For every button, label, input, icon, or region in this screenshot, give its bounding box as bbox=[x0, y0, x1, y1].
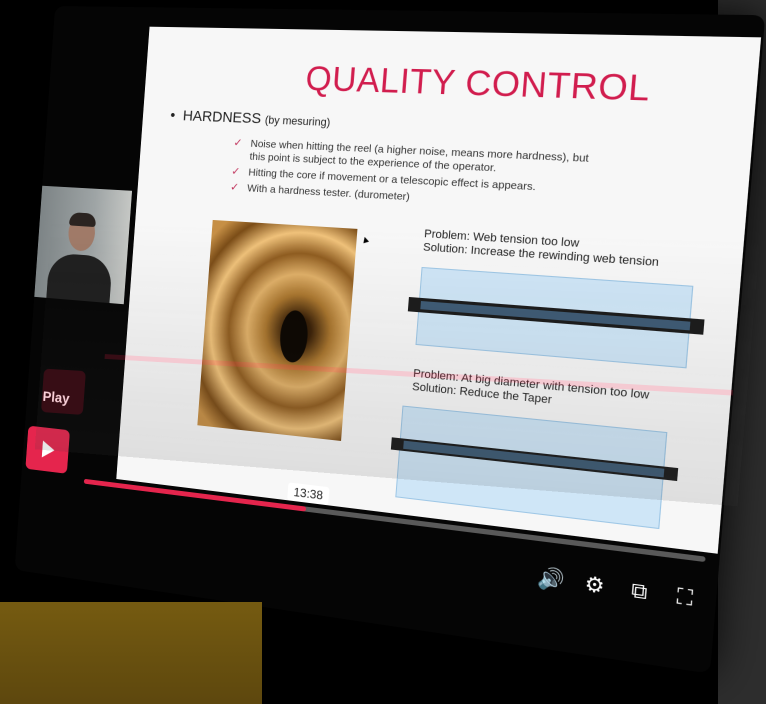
player-stage: QUALITY CONTROL • HARDNESS (by mesuring)… bbox=[0, 0, 766, 704]
video-player[interactable]: QUALITY CONTROL • HARDNESS (by mesuring)… bbox=[14, 6, 766, 674]
play-button[interactable] bbox=[25, 425, 70, 474]
gold-overlay-panel bbox=[0, 602, 262, 704]
player-controls: 🔊 ⚙ ⧉ ⛶ bbox=[536, 563, 701, 613]
play-label: Play bbox=[42, 388, 71, 408]
settings-gear-icon[interactable]: ⚙ bbox=[579, 569, 610, 600]
presenter-webcam bbox=[34, 185, 133, 305]
play-icon bbox=[41, 440, 56, 459]
bullet-note: (by mesuring) bbox=[264, 114, 331, 130]
volume-icon[interactable]: 🔊 bbox=[536, 563, 566, 594]
bullet-hardness: • HARDNESS (by mesuring) bbox=[169, 107, 331, 130]
time-tooltip: 13:38 bbox=[287, 482, 330, 506]
problem-1-text: Problem: Web tension too low Solution: I… bbox=[422, 227, 660, 270]
sub-bullet-list: ✓ Noise when hitting the reel (a higher n… bbox=[229, 137, 602, 218]
fullscreen-icon[interactable]: ⛶ bbox=[669, 581, 701, 613]
check-icon: ✓ bbox=[230, 165, 241, 178]
slide-title: QUALITY CONTROL bbox=[304, 59, 652, 110]
presentation-slide: QUALITY CONTROL • HARDNESS (by mesuring)… bbox=[116, 26, 762, 554]
picture-in-picture-icon[interactable]: ⧉ bbox=[624, 575, 656, 607]
check-icon: ✓ bbox=[229, 181, 240, 194]
reel-photo bbox=[197, 219, 358, 441]
mouse-cursor-icon: ▲ bbox=[359, 233, 372, 247]
check-icon: ✓ bbox=[233, 137, 243, 150]
